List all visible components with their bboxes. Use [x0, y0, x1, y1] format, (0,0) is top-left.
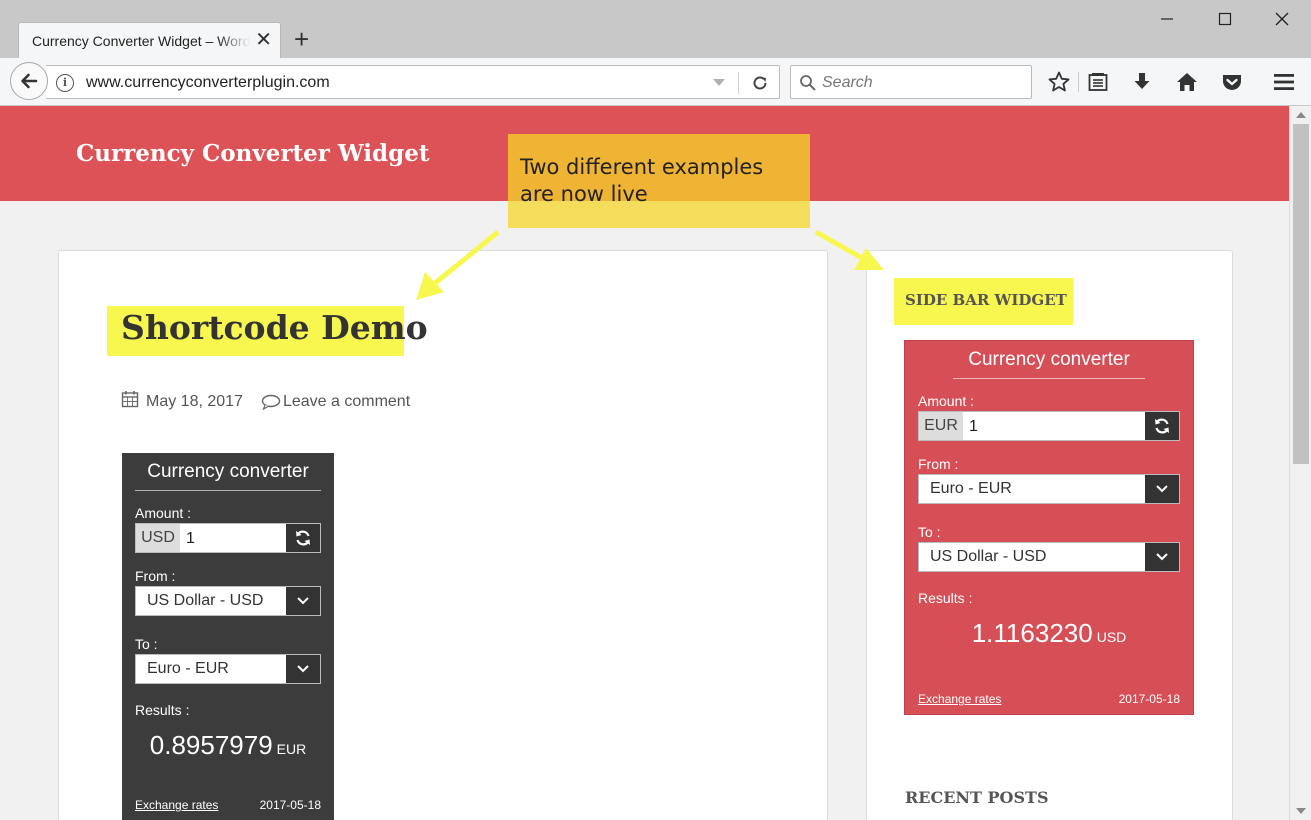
- site-info-icon[interactable]: i: [56, 74, 74, 92]
- pocket-icon[interactable]: [1220, 70, 1244, 94]
- close-window-icon[interactable]: [1267, 6, 1297, 34]
- minimize-icon[interactable]: [1152, 6, 1182, 34]
- toolbar-separator: [1078, 72, 1079, 92]
- back-arrow-icon: [21, 73, 38, 89]
- browser-tab[interactable]: Currency Converter Widget – WordPress ✕: [18, 22, 281, 58]
- reading-list-icon[interactable]: [1086, 70, 1110, 94]
- search-placeholder: Search: [822, 74, 873, 91]
- url-text[interactable]: www.currencyconverterplugin.com: [86, 74, 330, 92]
- url-history-dropdown-icon[interactable]: [713, 79, 725, 86]
- scroll-down-icon[interactable]: [1296, 808, 1306, 814]
- search-icon: [799, 74, 817, 97]
- maximize-icon[interactable]: [1210, 6, 1240, 34]
- menu-icon[interactable]: [1272, 70, 1296, 94]
- page-scrollbar[interactable]: [1289, 106, 1311, 820]
- search-bar[interactable]: Search: [790, 65, 1032, 99]
- close-tab-icon[interactable]: ✕: [255, 29, 272, 51]
- reload-icon[interactable]: [750, 73, 770, 98]
- page-viewport: Currency Converter Widget Shortcode Demo…: [0, 106, 1311, 820]
- annotation-arrows: [416, 229, 884, 300]
- home-icon[interactable]: [1175, 70, 1199, 94]
- browser-nav-bar: i www.currencyconverterplugin.com Search: [0, 58, 1311, 106]
- new-tab-icon[interactable]: +: [294, 24, 309, 54]
- scrollbar-thumb[interactable]: [1293, 124, 1309, 464]
- browser-title-bar: Currency Converter Widget – WordPress ✕ …: [0, 0, 1311, 58]
- url-separator: [738, 72, 739, 94]
- url-bar[interactable]: i www.currencyconverterplugin.com: [46, 65, 780, 99]
- bookmark-star-icon[interactable]: [1047, 70, 1071, 94]
- download-icon[interactable]: [1130, 70, 1154, 94]
- tab-title: Currency Converter Widget – WordPress: [32, 33, 250, 49]
- arrow-head-right: [854, 248, 884, 270]
- back-button[interactable]: [10, 62, 48, 100]
- scroll-up-icon[interactable]: [1296, 112, 1306, 118]
